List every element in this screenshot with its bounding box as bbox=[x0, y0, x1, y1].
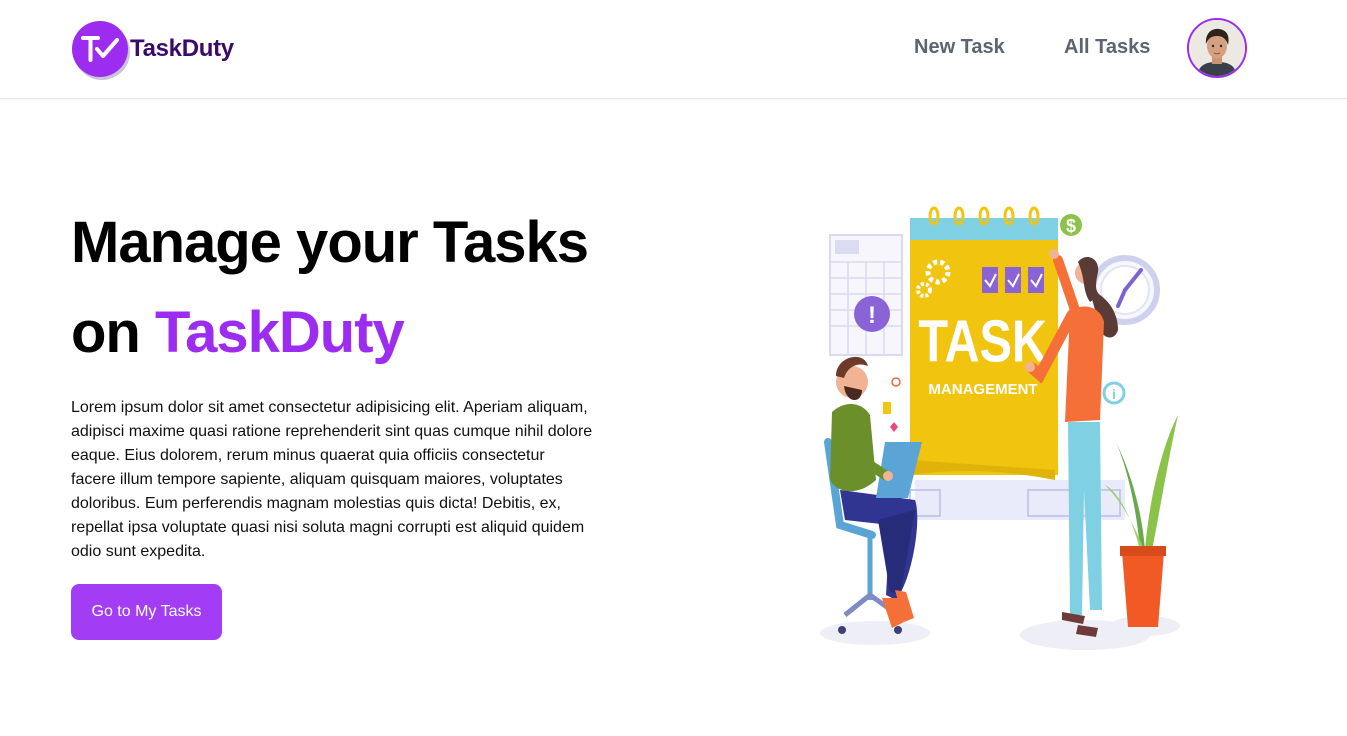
board-subtitle: MANAGEMENT bbox=[928, 381, 1037, 398]
logo-link[interactable]: TaskDuty bbox=[72, 20, 234, 78]
navbar: TaskDuty New Task All Tasks bbox=[0, 0, 1347, 99]
hero-title-brand: TaskDuty bbox=[154, 300, 405, 365]
alert-badge-text: ! bbox=[868, 302, 876, 329]
info-badge-text: i bbox=[1112, 386, 1116, 402]
hero-title: Manage your Tasks on TaskDuty bbox=[71, 198, 589, 378]
tv-check-logo-icon bbox=[72, 21, 128, 77]
dollar-badge-text: $ bbox=[1066, 216, 1076, 236]
user-avatar[interactable] bbox=[1187, 18, 1247, 78]
hero-description: Lorem ipsum dolor sit amet consectetur a… bbox=[71, 399, 593, 560]
logo-text: TaskDuty bbox=[130, 35, 234, 62]
task-management-illustration: ! TASK MANAGEMENT $ i bbox=[800, 190, 1200, 660]
hero-title-prefix: on bbox=[71, 300, 141, 365]
nav-all-tasks[interactable]: All Tasks bbox=[1064, 36, 1150, 59]
nav-new-task[interactable]: New Task bbox=[914, 36, 1005, 59]
hero-title-line1: Manage your Tasks bbox=[71, 210, 589, 275]
go-to-my-tasks-button[interactable]: Go to My Tasks bbox=[71, 584, 222, 640]
